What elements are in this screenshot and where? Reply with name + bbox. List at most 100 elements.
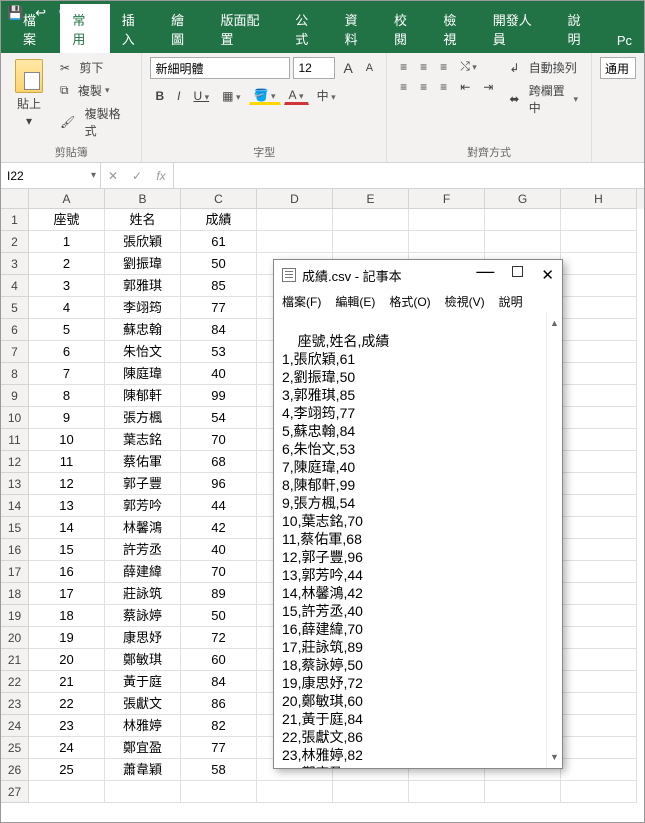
cell[interactable]	[485, 231, 561, 253]
cell[interactable]	[561, 605, 637, 627]
cell[interactable]	[257, 231, 333, 253]
menu-help[interactable]: 說明	[499, 293, 523, 310]
fx-button[interactable]: fx	[149, 169, 173, 183]
cell[interactable]	[561, 627, 637, 649]
tab-extra[interactable]: Pc	[605, 27, 644, 53]
cell[interactable]: 座號	[29, 209, 105, 231]
row-header[interactable]: 19	[1, 605, 29, 627]
col-header[interactable]: A	[29, 189, 105, 209]
border-button[interactable]: ▦	[217, 87, 245, 105]
cell[interactable]: 3	[29, 275, 105, 297]
cell[interactable]	[561, 407, 637, 429]
cell[interactable]	[333, 209, 409, 231]
cell[interactable]: 61	[181, 231, 257, 253]
cell[interactable]: 劉振瑋	[105, 253, 181, 275]
cell[interactable]: 70	[181, 561, 257, 583]
cell[interactable]	[485, 781, 561, 803]
cell[interactable]: 李翊筠	[105, 297, 181, 319]
align-bottom-button[interactable]: ≡	[435, 58, 452, 76]
cell[interactable]: 72	[181, 627, 257, 649]
menu-format[interactable]: 格式(O)	[389, 293, 430, 310]
copy-button[interactable]: ⧉ 複製	[55, 80, 133, 101]
row-header[interactable]: 14	[1, 495, 29, 517]
cell[interactable]: 4	[29, 297, 105, 319]
align-right-button[interactable]: ≡	[435, 78, 452, 96]
cell[interactable]: 14	[29, 517, 105, 539]
bold-button[interactable]: B	[150, 87, 169, 105]
cell[interactable]: 60	[181, 649, 257, 671]
cell[interactable]	[561, 671, 637, 693]
maximize-button[interactable]	[512, 266, 523, 277]
cell[interactable]: 鄭宜盈	[105, 737, 181, 759]
cell[interactable]: 2	[29, 253, 105, 275]
chevron-down-icon[interactable]: ▾	[26, 114, 32, 128]
cell[interactable]: 82	[181, 715, 257, 737]
row-header[interactable]: 8	[1, 363, 29, 385]
cell[interactable]: 58	[181, 759, 257, 781]
col-header[interactable]: H	[561, 189, 637, 209]
col-header[interactable]: F	[409, 189, 485, 209]
confirm-formula-button[interactable]: ✓	[125, 169, 149, 183]
chevron-down-icon[interactable]: ▾	[91, 170, 96, 181]
cell[interactable]: 郭雅琪	[105, 275, 181, 297]
decrease-font-button[interactable]: A	[361, 60, 378, 76]
name-box-input[interactable]	[7, 169, 79, 183]
font-size-select[interactable]	[293, 57, 335, 79]
tab-draw[interactable]: 繪圖	[159, 4, 208, 53]
cell[interactable]: 89	[181, 583, 257, 605]
notepad-textarea[interactable]: 座號,姓名,成績 1,張欣穎,61 2,劉振瑋,50 3,郭雅琪,85 4,李翊…	[274, 312, 562, 768]
tab-layout[interactable]: 版面配置	[209, 4, 284, 53]
row-header[interactable]: 16	[1, 539, 29, 561]
cell[interactable]: 50	[181, 605, 257, 627]
row-header[interactable]: 26	[1, 759, 29, 781]
row-header[interactable]: 9	[1, 385, 29, 407]
tab-insert[interactable]: 插入	[110, 4, 159, 53]
cell[interactable]: 85	[181, 275, 257, 297]
cell[interactable]: 19	[29, 627, 105, 649]
close-button[interactable]: ✕	[541, 266, 554, 284]
tab-developer[interactable]: 開發人員	[481, 4, 556, 53]
tab-formulas[interactable]: 公式	[283, 4, 332, 53]
cell[interactable]: 24	[29, 737, 105, 759]
tab-file[interactable]: 檔案	[11, 4, 60, 53]
cell[interactable]: 陳郁軒	[105, 385, 181, 407]
cell[interactable]: 42	[181, 517, 257, 539]
menu-edit[interactable]: 編輯(E)	[335, 293, 375, 310]
col-header[interactable]: E	[333, 189, 409, 209]
cell[interactable]	[561, 429, 637, 451]
cell[interactable]: 23	[29, 715, 105, 737]
cell[interactable]: 9	[29, 407, 105, 429]
cell[interactable]	[561, 253, 637, 275]
row-header[interactable]: 6	[1, 319, 29, 341]
cell[interactable]: 郭子豐	[105, 473, 181, 495]
row-header[interactable]: 25	[1, 737, 29, 759]
cell[interactable]	[561, 363, 637, 385]
cell[interactable]: 鄭敏琪	[105, 649, 181, 671]
row-header[interactable]: 12	[1, 451, 29, 473]
cell[interactable]	[561, 693, 637, 715]
cell[interactable]	[561, 583, 637, 605]
font-color-button[interactable]: A	[284, 86, 309, 105]
cell[interactable]: 康思妤	[105, 627, 181, 649]
tab-review[interactable]: 校閱	[382, 4, 431, 53]
cell[interactable]: 莊詠筑	[105, 583, 181, 605]
cell[interactable]	[561, 297, 637, 319]
font-name-select[interactable]	[150, 57, 290, 79]
increase-font-button[interactable]: A	[338, 58, 357, 78]
cell[interactable]	[561, 231, 637, 253]
minimize-button[interactable]: —	[476, 266, 494, 284]
scroll-up-icon[interactable]: ▲	[550, 312, 559, 334]
cell[interactable]	[561, 341, 637, 363]
cell[interactable]: 77	[181, 297, 257, 319]
cell[interactable]	[333, 781, 409, 803]
cell[interactable]	[561, 319, 637, 341]
underline-button[interactable]: U	[188, 87, 214, 105]
cell[interactable]: 8	[29, 385, 105, 407]
menu-view[interactable]: 檢視(V)	[445, 293, 485, 310]
cell[interactable]: 17	[29, 583, 105, 605]
row-header[interactable]: 23	[1, 693, 29, 715]
row-header[interactable]: 5	[1, 297, 29, 319]
scroll-down-icon[interactable]: ▼	[550, 746, 559, 768]
cell[interactable]: 21	[29, 671, 105, 693]
cell[interactable]	[409, 781, 485, 803]
